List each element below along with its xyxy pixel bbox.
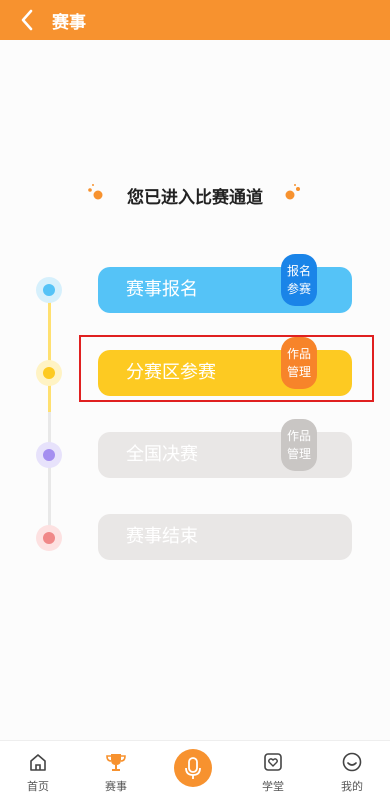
national-works-line2: 管理 xyxy=(286,447,311,461)
nav-label-school: 学堂 xyxy=(262,780,284,793)
page-title: 赛事 xyxy=(52,13,86,33)
timeline-dot-national xyxy=(36,442,62,468)
right-sparkle-icon xyxy=(285,184,300,200)
nav-label-contest: 赛事 xyxy=(105,780,127,793)
nav-label-mine: 我的 xyxy=(341,780,363,793)
highlight-frame xyxy=(79,335,374,402)
national-works-manage-button[interactable]: 作品 管理 xyxy=(281,419,317,471)
stage-end-label: 赛事结束 xyxy=(126,526,198,547)
timeline-dot-regional xyxy=(36,360,62,386)
register-join-line2: 参赛 xyxy=(286,282,311,296)
heading-text: 您已进入比赛通道 xyxy=(127,188,263,208)
voice-button[interactable] xyxy=(174,749,212,787)
heading-row: 您已进入比赛通道 xyxy=(0,183,390,208)
top-bar: 赛事 xyxy=(0,0,390,40)
register-join-button[interactable]: 报名 参赛 xyxy=(281,254,317,306)
timeline-progress xyxy=(48,290,51,412)
nav-item-contest[interactable]: 赛事 xyxy=(86,745,146,794)
stage-registration-label: 赛事报名 xyxy=(126,279,198,300)
nav-label-home: 首页 xyxy=(27,780,49,793)
nav-item-home[interactable]: 首页 xyxy=(8,745,68,794)
nav-item-school[interactable]: 学堂 xyxy=(243,745,303,794)
trophy-icon xyxy=(106,754,126,771)
register-join-line1: 报名 xyxy=(286,264,311,278)
back-arrow-icon[interactable] xyxy=(18,6,38,34)
microphone-icon xyxy=(185,757,201,779)
left-sparkle-icon xyxy=(88,184,103,200)
timeline-dot-registration xyxy=(36,277,62,303)
national-works-line1: 作品 xyxy=(286,429,311,443)
main-content: 您已进入比赛通道 赛事报名 报名 参赛 分赛区参赛 作品 管理 全国决赛 作品 … xyxy=(0,40,390,740)
stage-national-label: 全国决赛 xyxy=(126,444,198,465)
smile-icon xyxy=(342,752,362,772)
heart-box-icon xyxy=(264,753,282,771)
timeline-dot-end xyxy=(36,525,62,551)
nav-item-mine[interactable]: 我的 xyxy=(322,745,382,794)
stage-end-button[interactable]: 赛事结束 xyxy=(98,514,352,560)
bottom-nav: 首页 赛事 学堂 我的 xyxy=(0,740,390,801)
home-icon xyxy=(30,754,46,771)
